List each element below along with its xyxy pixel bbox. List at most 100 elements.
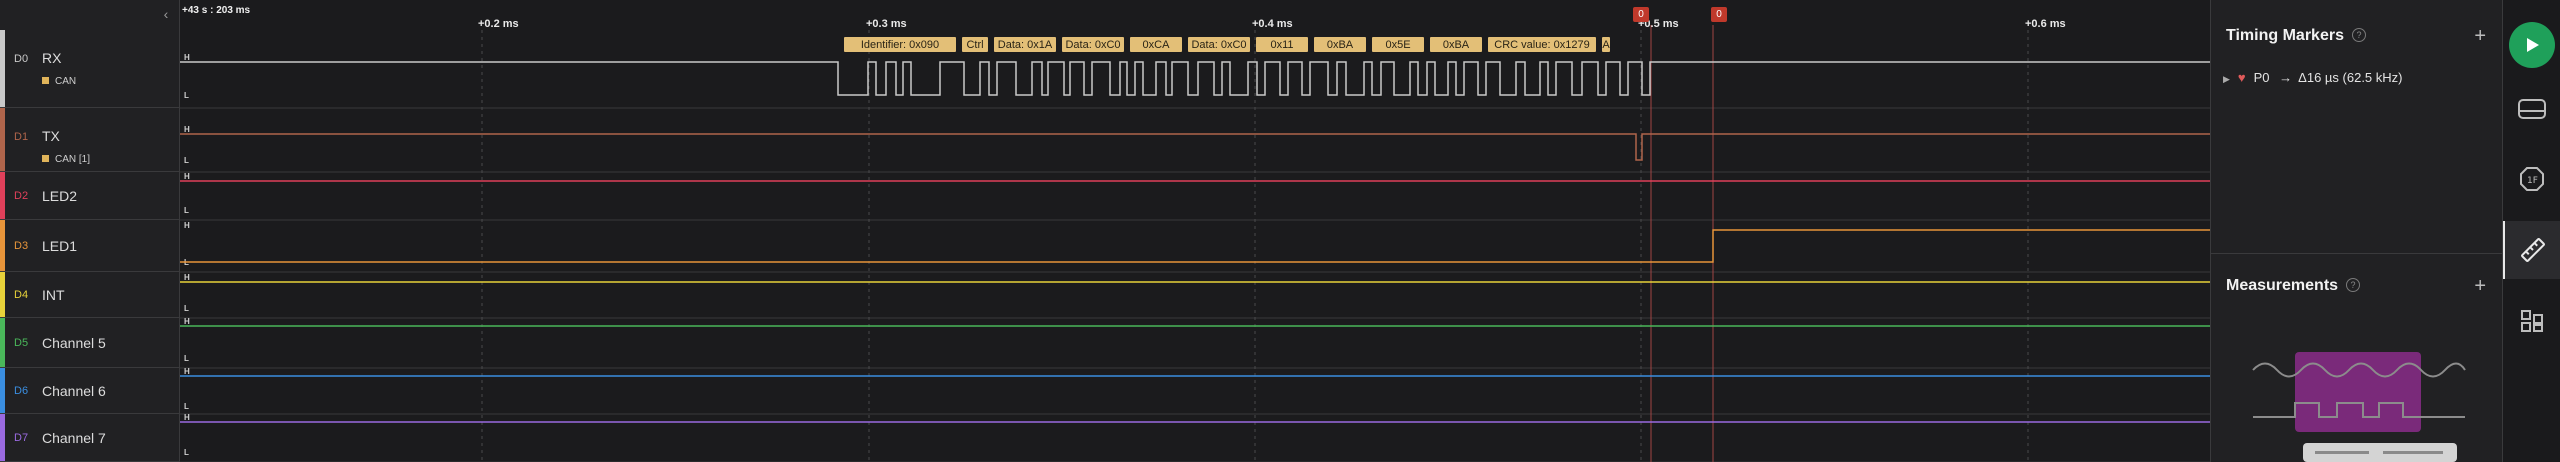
- tx-waveform: [180, 133, 2210, 161]
- level-high-label: H: [184, 172, 190, 181]
- channel-name[interactable]: TX: [42, 128, 60, 144]
- panel-divider: [2211, 253, 2503, 254]
- layout-button[interactable]: [2503, 292, 2560, 350]
- start-capture-button[interactable]: [2509, 22, 2555, 68]
- channel-color-bar: [0, 368, 5, 413]
- channel-name[interactable]: Channel 6: [42, 383, 106, 399]
- channel-id: D6: [14, 385, 29, 397]
- help-icon[interactable]: ?: [2351, 28, 2366, 42]
- can-frame-label: Identifier: 0x090: [861, 39, 939, 51]
- channel-id: D1: [14, 131, 29, 143]
- rx-waveform: [180, 61, 2210, 96]
- channel-row-d0[interactable]: D0 RX CAN: [0, 30, 180, 108]
- measurement-illustration: [2252, 352, 2466, 462]
- channel-row-d2[interactable]: D2 LED2: [0, 172, 180, 220]
- channel-list: D0 RX CAN D1 TX CAN [1] D2 LED2 D3 LED1 D4 INT D5 Cha…: [0, 0, 180, 462]
- level-low-label: L: [184, 402, 189, 411]
- channel-id: D4: [14, 289, 29, 301]
- channel-name[interactable]: INT: [42, 287, 65, 303]
- level-low-label: L: [184, 206, 189, 215]
- channel-row-d4[interactable]: D4 INT: [0, 272, 180, 318]
- time-tick: +0.2 ms: [478, 18, 519, 30]
- timing-markers-title: Timing Markers: [2226, 27, 2344, 44]
- time-tick: +0.6 ms: [2025, 18, 2066, 30]
- channel-name[interactable]: LED2: [42, 188, 77, 204]
- channel-color-bar: [0, 414, 5, 461]
- channel-id: D2: [14, 190, 29, 202]
- extensions-icon: 1F: [2520, 167, 2544, 191]
- timing-markers-header: Timing Markers?: [2226, 27, 2366, 45]
- channel-color-bar: [0, 272, 5, 317]
- channel-color-bar: [0, 172, 5, 219]
- extensions-button[interactable]: 1F: [2503, 150, 2560, 208]
- channel-row-d3[interactable]: D3 LED1: [0, 220, 180, 272]
- channel-name[interactable]: LED1: [42, 238, 77, 254]
- waveform-area[interactable]: H L H L H L H L H L H L H L H L Identifier: 0x090 Ctrl Dat…: [180, 0, 2210, 462]
- timing-marker-entry[interactable]: ▶ ♥ P0 → Δ16 µs (62.5 kHz): [2223, 70, 2403, 85]
- level-high-label: H: [184, 317, 190, 326]
- channel-id: D5: [14, 337, 29, 349]
- marker-pin-icon: ♥: [2237, 70, 2246, 85]
- level-high-label: H: [184, 413, 190, 422]
- channel-id: D7: [14, 432, 29, 444]
- level-high-label: H: [184, 273, 190, 282]
- channel-row-d5[interactable]: D5 Channel 5: [0, 318, 180, 368]
- timing-marker-flag[interactable]: 0: [1711, 7, 1727, 22]
- arrow-icon: →: [2279, 70, 2293, 85]
- channel-name[interactable]: Channel 7: [42, 430, 106, 446]
- measurements-header: Measurements?: [2226, 277, 2361, 295]
- level-high-label: H: [184, 125, 190, 134]
- svg-text:1F: 1F: [2527, 176, 2538, 186]
- time-tick: +0.4 ms: [1252, 18, 1293, 30]
- can-frame-label: 0x11: [1270, 39, 1293, 51]
- play-icon: [2527, 38, 2539, 52]
- illustration-bar-line: [2315, 451, 2369, 454]
- level-low-label: L: [184, 354, 189, 363]
- can-frame-label: 0xBA: [1327, 39, 1354, 51]
- timing-marker-flag[interactable]: 0: [1633, 7, 1649, 22]
- channel-row-d6[interactable]: D6 Channel 6: [0, 368, 180, 414]
- channel-id: D3: [14, 240, 29, 252]
- can-frame-label: 0x5E: [1385, 39, 1410, 51]
- level-low-label: L: [184, 156, 189, 165]
- analyzer-tag[interactable]: CAN: [42, 76, 76, 87]
- channel-color-bar: [0, 108, 5, 171]
- level-low-label: L: [184, 448, 189, 457]
- channel-row-d1[interactable]: D1 TX CAN [1]: [0, 108, 180, 172]
- chevron-left-icon[interactable]: ‹: [158, 6, 174, 22]
- channel-name[interactable]: Channel 5: [42, 335, 106, 351]
- channel-color-bar: [0, 318, 5, 367]
- can-frame-label: Data: 0xC0: [1191, 39, 1246, 51]
- level-high-label: H: [184, 221, 190, 230]
- can-frame-label: Ctrl: [966, 39, 983, 51]
- channel-color-bar: [0, 220, 5, 271]
- add-timing-marker-button[interactable]: +: [2474, 26, 2486, 46]
- measurements-title: Measurements: [2226, 277, 2339, 294]
- add-measurement-button[interactable]: +: [2474, 276, 2486, 296]
- time-tick: +0.3 ms: [866, 18, 907, 30]
- logic-analyzer-window: D0 RX CAN D1 TX CAN [1] D2 LED2 D3 LED1 D4 INT D5 Cha…: [0, 0, 2560, 462]
- timing-markers-button[interactable]: [2503, 221, 2560, 279]
- time-origin-label: +43 s : 203 ms: [182, 5, 251, 16]
- channel-color-bar: [0, 30, 5, 107]
- can-frame-label: 0xCA: [1143, 39, 1171, 51]
- side-panel: Timing Markers? + ▶ ♥ P0 → Δ16 µs (62.5 kHz…: [2210, 0, 2503, 462]
- marker-name: P0: [2253, 70, 2270, 85]
- expand-caret-icon[interactable]: ▶: [2223, 74, 2230, 84]
- analyzer-tag[interactable]: CAN [1]: [42, 154, 90, 165]
- level-high-label: H: [184, 53, 190, 62]
- channel-row-d7[interactable]: D7 Channel 7: [0, 414, 180, 462]
- analyzers-button[interactable]: [2503, 80, 2560, 138]
- help-icon[interactable]: ?: [2346, 278, 2361, 292]
- waveform-canvas[interactable]: HLHLHLHLHLHLHLHLIdentifier: 0x090 Ctrl Dat…: [180, 0, 2210, 462]
- can-frame-label: 0xBA: [1443, 39, 1470, 51]
- analyzers-icon: [2518, 99, 2546, 119]
- channel-name[interactable]: RX: [42, 50, 61, 66]
- can-frame-label: Data: 0xC0: [1065, 39, 1120, 51]
- can-frame-label: A: [1602, 39, 1610, 51]
- timing-ruler-icon: [2521, 238, 2545, 262]
- level-high-label: H: [184, 367, 190, 376]
- can-frame-label: CRC value: 0x1279: [1494, 39, 1589, 51]
- right-toolbar: 1F: [2502, 0, 2560, 462]
- marker-delta: Δ16 µs (62.5 kHz): [2298, 70, 2403, 85]
